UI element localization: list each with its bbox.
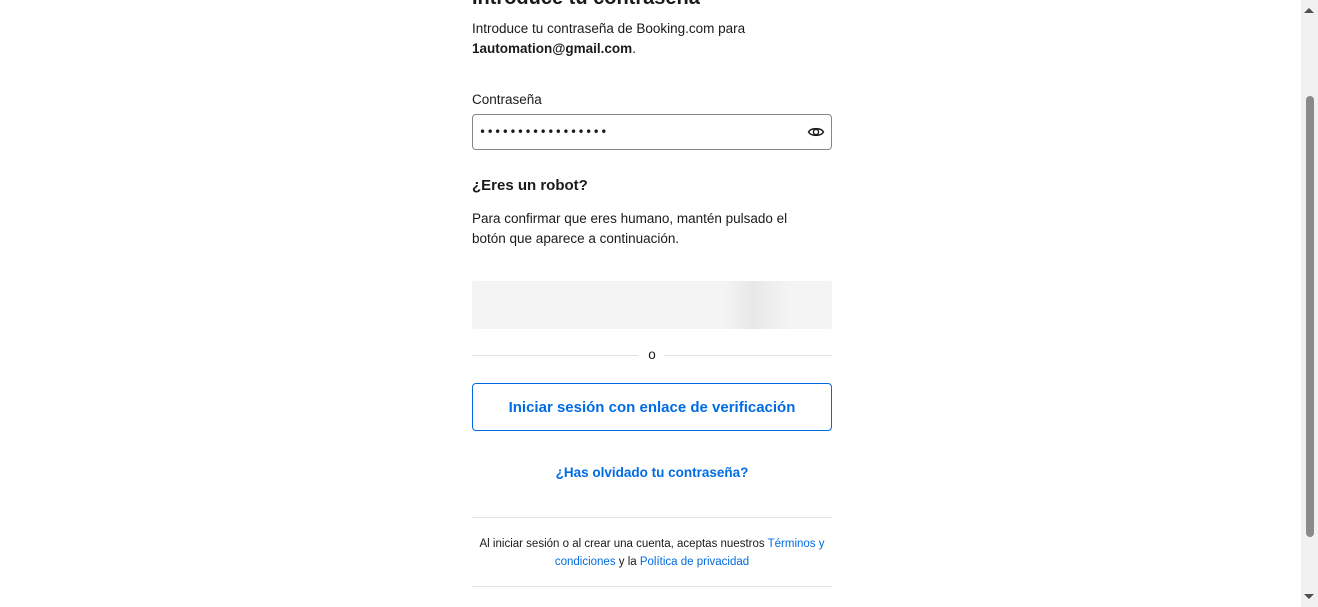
legal-prefix: Al iniciar sesión o al crear una cuenta,… (479, 538, 768, 550)
scroll-thumb[interactable] (1306, 96, 1314, 537)
intro-period: . (632, 41, 636, 56)
robot-check-title: ¿Eres un robot? (472, 177, 588, 194)
divider-label: o (648, 347, 656, 362)
intro-label: Introduce tu contraseña de Booking.com p… (472, 21, 746, 36)
forgot-password-link[interactable]: ¿Has olvidado tu contraseña? (472, 464, 832, 482)
password-label: Contraseña (472, 92, 542, 107)
legal-divider-top (472, 517, 832, 518)
press-and-hold-captcha[interactable] (472, 281, 832, 329)
verification-link-button[interactable]: Iniciar sesión con enlace de verificació… (472, 383, 832, 431)
or-divider: o (472, 346, 832, 364)
password-field-container (472, 114, 832, 150)
privacy-link[interactable]: Política de privacidad (640, 556, 749, 568)
intro-text: Introduce tu contraseña de Booking.com p… (472, 19, 832, 59)
scroll-up-arrow-icon[interactable] (1304, 8, 1314, 13)
legal-text: Al iniciar sesión o al crear una cuenta,… (472, 535, 832, 571)
divider-line-right (664, 355, 832, 356)
account-email: 1automation@gmail.com (472, 41, 633, 56)
scroll-down-arrow-icon[interactable] (1304, 594, 1314, 599)
password-input[interactable] (479, 115, 789, 149)
legal-divider-bottom (472, 586, 832, 587)
eye-icon[interactable] (807, 123, 825, 141)
divider-line-left (472, 355, 638, 356)
sign-in-page: Introduce tu contraseña Introduce tu con… (0, 0, 1318, 607)
legal-middle: y la (615, 556, 640, 568)
vertical-scrollbar[interactable] (1301, 0, 1318, 607)
robot-check-text: Para confirmar que eres humano, mantén p… (472, 211, 788, 246)
page-title: Introduce tu contraseña (472, 0, 700, 10)
